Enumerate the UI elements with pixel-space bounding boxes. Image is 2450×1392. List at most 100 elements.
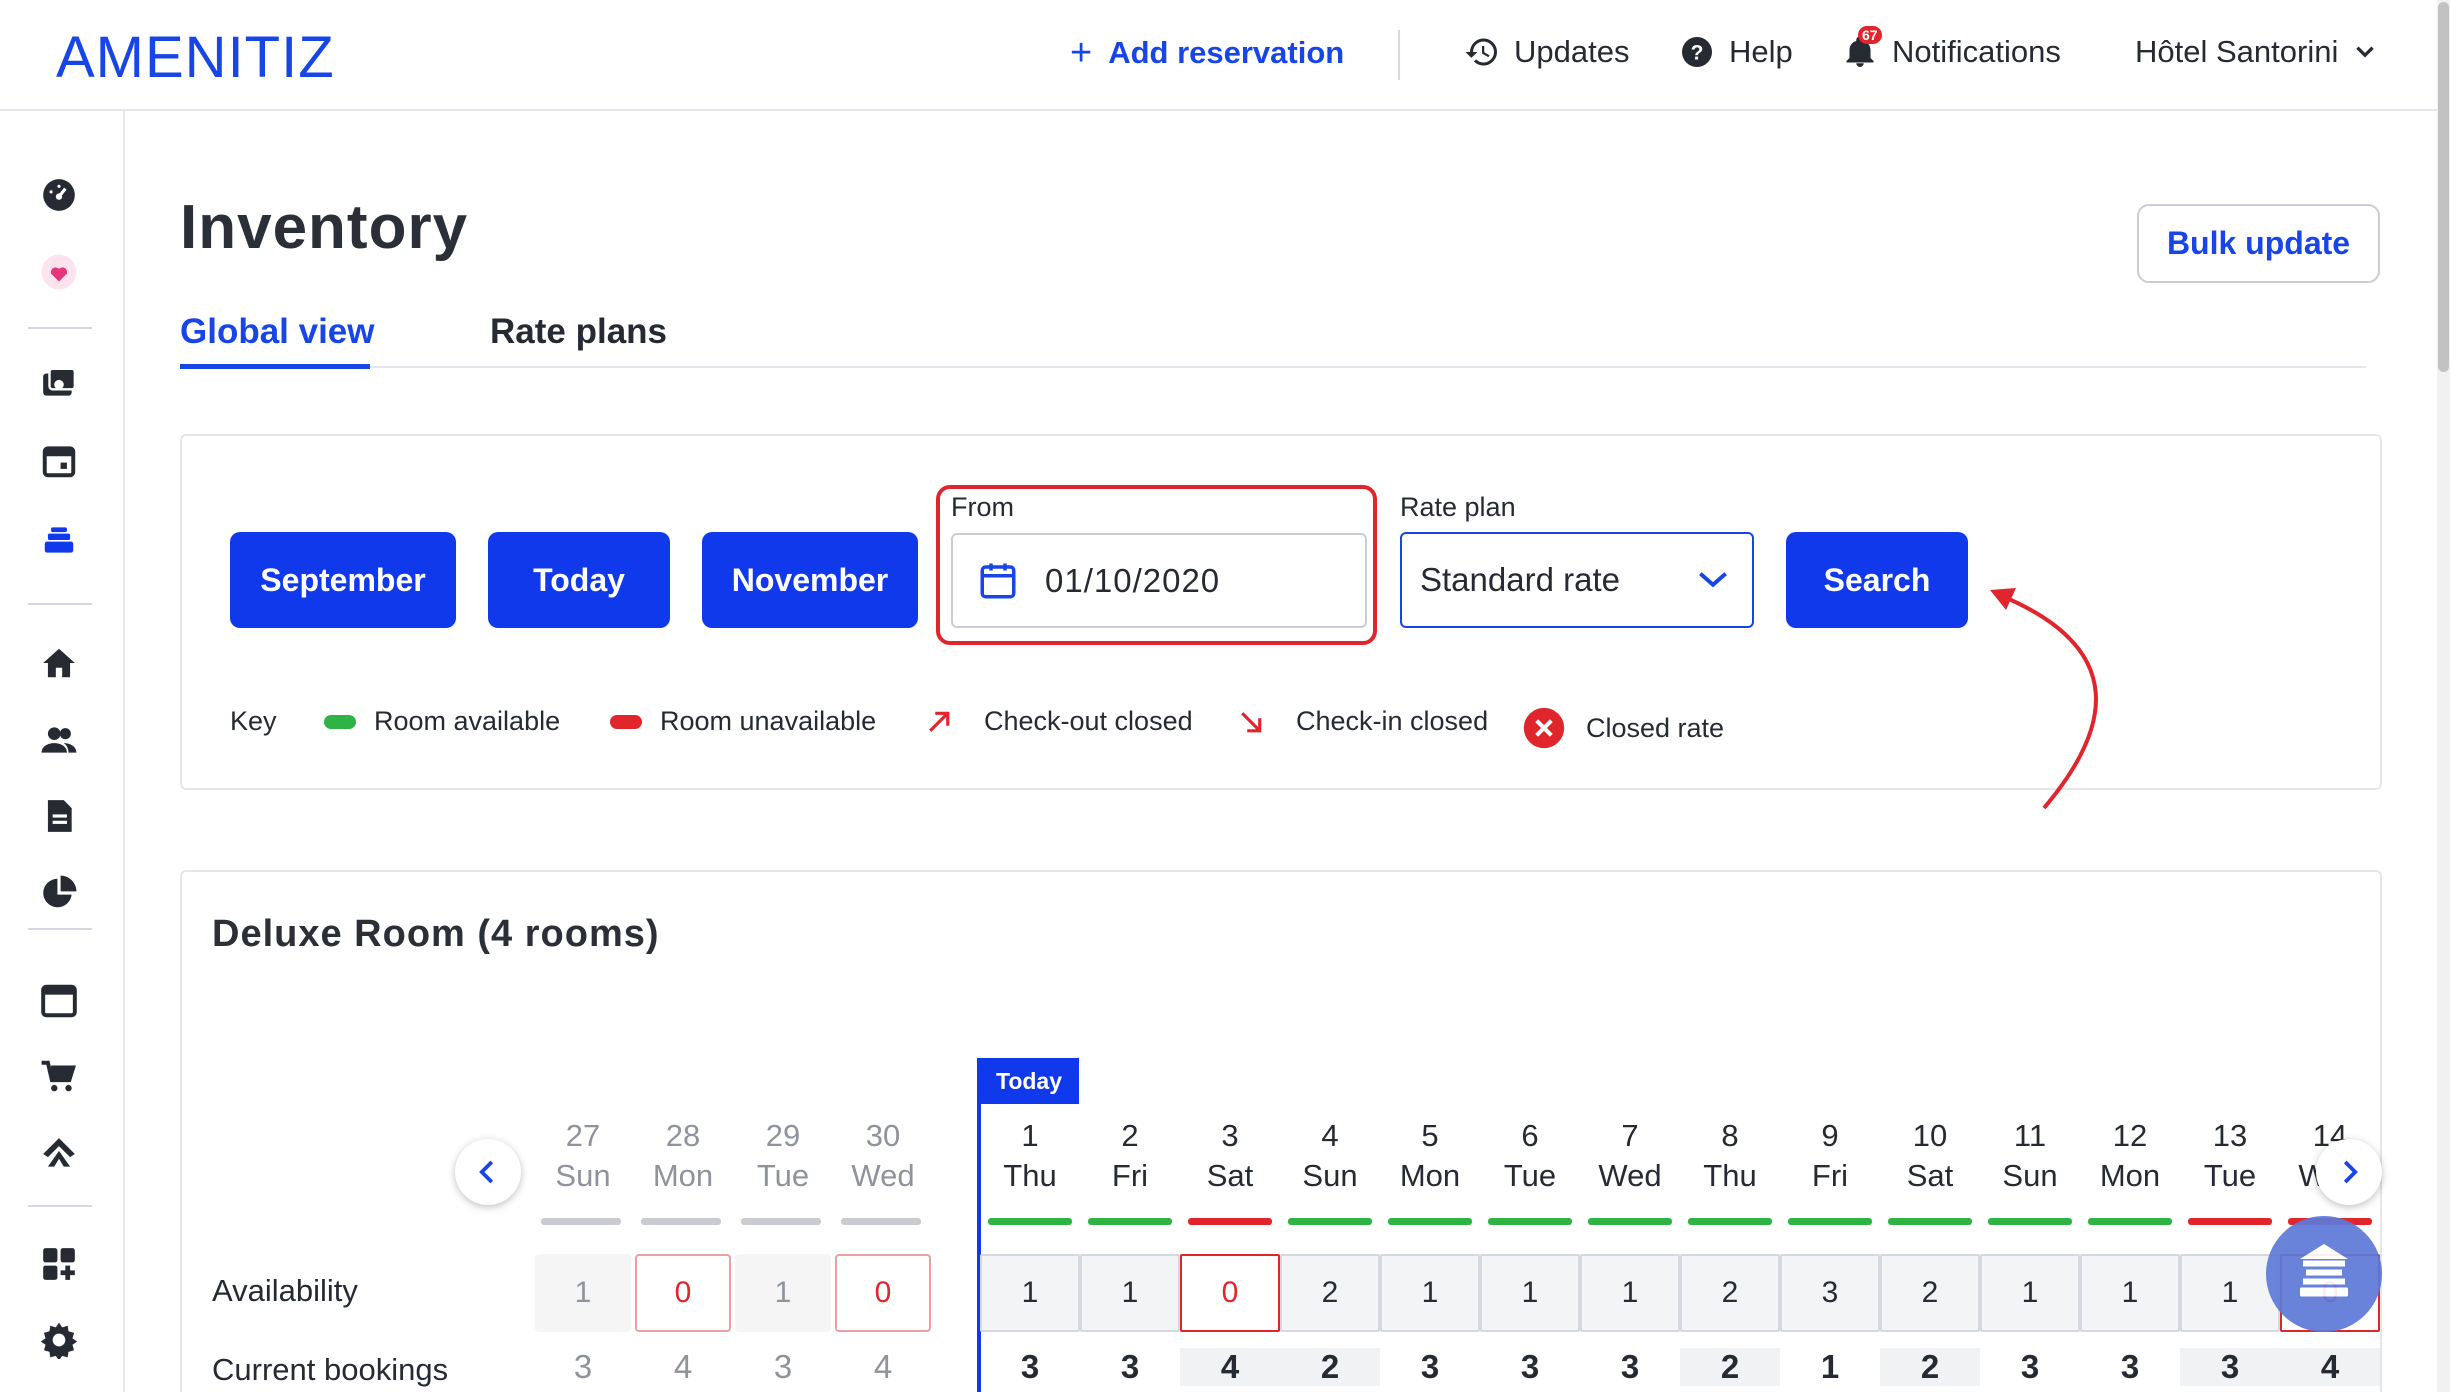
website-icon[interactable] <box>38 980 80 1022</box>
booking-count-cell: 3 <box>2120 1348 2140 1385</box>
settings-icon[interactable] <box>38 1319 80 1361</box>
notifications-button[interactable]: 67 Notifications <box>1842 26 2061 70</box>
top-bar: AMENITIZ + Add reservation Updates ? Hel… <box>0 0 2450 111</box>
bookings-icon[interactable] <box>38 362 80 404</box>
availability-cell[interactable]: 2 <box>1280 1254 1380 1332</box>
availability-cell[interactable]: 1 <box>2080 1254 2180 1332</box>
document-icon[interactable] <box>38 795 80 837</box>
availability-cell[interactable]: 2 <box>1680 1254 1780 1332</box>
home-icon[interactable] <box>38 642 80 684</box>
arrow-down-right-icon <box>1241 711 1262 732</box>
day-name: Thu <box>1003 1158 1057 1193</box>
key-room-available: Room available <box>324 706 560 737</box>
key-checkin-closed-label: Check-in closed <box>1296 706 1489 736</box>
tab-rate-plans[interactable]: Rate plans <box>490 312 667 352</box>
notifications-label: Notifications <box>1892 34 2061 69</box>
close-circle-icon <box>1523 707 1565 749</box>
search-button[interactable]: Search <box>1786 532 1968 628</box>
apps-icon[interactable] <box>38 1243 80 1285</box>
heart-icon[interactable] <box>38 251 80 293</box>
day-number: 29 <box>765 1118 801 1153</box>
day-name: Fri <box>1811 1158 1849 1193</box>
day-number: 5 <box>1421 1118 1439 1153</box>
key-closed-rate-label: Closed rate <box>1586 712 1725 743</box>
day-name: Sun <box>1302 1158 1358 1193</box>
availability-cell[interactable]: 2 <box>1880 1254 1980 1332</box>
booking-count-cell: 3 <box>1120 1348 1140 1385</box>
today-marker-line <box>977 1058 981 1392</box>
prev-dates-button[interactable] <box>455 1139 521 1205</box>
booking-count-cell: 4 <box>1180 1348 1280 1386</box>
today-button[interactable]: Today <box>488 532 670 628</box>
red-pill-icon <box>610 714 642 729</box>
arrow-up-right-icon <box>929 711 950 732</box>
day-status-bar <box>541 1218 621 1225</box>
day-number: 8 <box>1721 1118 1739 1153</box>
availability-cell: 0 <box>635 1254 731 1332</box>
room-title: Deluxe Room (4 rooms) <box>212 913 660 955</box>
day-number: 4 <box>1321 1118 1339 1153</box>
calendar-icon[interactable] <box>38 440 80 482</box>
booking-count-cell: 3 <box>1620 1348 1640 1385</box>
day-number: 7 <box>1621 1118 1639 1153</box>
chevron-left-icon <box>479 1160 494 1184</box>
chevron-right-icon <box>2343 1160 2358 1184</box>
availability-cell[interactable]: 1 <box>1580 1254 1680 1332</box>
day-name: Sun <box>2002 1158 2058 1193</box>
availability-cell[interactable]: 1 <box>1480 1254 1580 1332</box>
notification-count-badge: 67 <box>1858 26 1882 44</box>
hotel-switcher[interactable]: Hôtel Santorini <box>2135 34 2378 70</box>
day-status-bar <box>1288 1218 1372 1225</box>
day-name: Tue <box>756 1158 810 1193</box>
availability-cell[interactable]: 1 <box>2180 1254 2280 1332</box>
plus-icon: + <box>1070 32 1093 74</box>
dashboard-icon[interactable] <box>38 174 80 216</box>
availability-cell[interactable]: 1 <box>1380 1254 1480 1332</box>
guests-icon[interactable] <box>38 719 80 761</box>
availability-cell[interactable]: 1 <box>1980 1254 2080 1332</box>
tab-global-view[interactable]: Global view <box>180 312 375 352</box>
availability-cell[interactable]: 1 <box>1080 1254 1180 1332</box>
channel-manager-icon[interactable] <box>38 1133 80 1175</box>
booking-count-cell: 4 <box>2280 1348 2380 1386</box>
history-icon <box>1465 38 1497 66</box>
day-status-bar <box>1688 1218 1772 1225</box>
day-status-bar <box>1088 1218 1172 1225</box>
help-label: Help <box>1729 34 1793 69</box>
key-closed-rate: Closed rate <box>1522 706 1724 750</box>
prev-month-button[interactable]: September <box>230 532 456 628</box>
reports-icon[interactable] <box>38 872 80 914</box>
key-room-available-label: Room available <box>374 706 561 736</box>
day-name: Mon <box>2099 1158 2161 1193</box>
day-number: 1 <box>1021 1118 1039 1153</box>
annotation-arrow <box>1990 588 2098 810</box>
day-status-bar <box>1988 1218 2072 1225</box>
key-checkout-closed-label: Check-out closed <box>984 706 1193 736</box>
scrollbar-thumb[interactable] <box>2438 2 2449 372</box>
sidebar <box>0 111 125 1392</box>
availability-cell[interactable]: 1 <box>980 1254 1080 1332</box>
inventory-icon[interactable] <box>38 519 80 561</box>
shop-cart-icon[interactable] <box>38 1056 80 1098</box>
availability-row-label: Availability <box>212 1273 358 1308</box>
active-tab-indicator <box>180 364 370 369</box>
availability-cell[interactable]: 0 <box>1180 1254 1280 1332</box>
day-number: 11 <box>2013 1118 2047 1153</box>
green-pill-icon <box>324 714 356 729</box>
help-button[interactable]: ? Help <box>1679 34 1793 70</box>
bulk-update-button[interactable]: Bulk update <box>2137 204 2380 283</box>
day-status-bar <box>1388 1218 1472 1225</box>
day-status-bar <box>1788 1218 1872 1225</box>
amenitiz-logo[interactable]: AMENITIZ <box>56 24 335 91</box>
support-chat-button[interactable] <box>2266 1216 2382 1332</box>
availability-cell[interactable]: 3 <box>1780 1254 1880 1332</box>
rate-plan-select[interactable]: Standard rate <box>1400 532 1754 628</box>
add-reservation-button[interactable]: + Add reservation <box>1070 34 1344 72</box>
next-dates-button[interactable] <box>2316 1139 2382 1205</box>
booking-count-cell: 2 <box>1880 1348 1980 1386</box>
booking-count-cell: 3 <box>1420 1348 1440 1385</box>
key-room-unavailable-label: Room unavailable <box>660 706 877 736</box>
updates-button[interactable]: Updates <box>1464 34 1629 70</box>
next-month-button[interactable]: November <box>702 532 918 628</box>
key-checkout-closed: Check-out closed <box>924 706 1193 737</box>
